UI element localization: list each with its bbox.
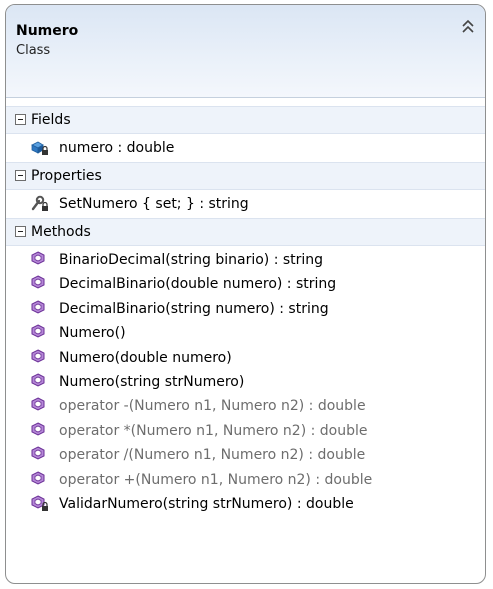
method-row[interactable]: DecimalBinario(double numero) : string	[6, 272, 485, 296]
class-members: Fields numero : double Properties SetNum…	[6, 97, 485, 583]
collapse-toggle-icon[interactable]	[15, 114, 26, 125]
collapse-toggle-icon[interactable]	[15, 226, 26, 237]
class-diagram-card: Numero Class Fields numero: double Prop…	[5, 4, 486, 584]
collapse-toggle-icon[interactable]	[15, 170, 26, 181]
method-row[interactable]: BinarioDecimal(string binario) : string	[6, 248, 485, 272]
method-text: Numero(double numero)	[59, 349, 232, 366]
section-label: Methods	[31, 224, 91, 240]
method-icon	[30, 349, 50, 367]
method-row[interactable]: DecimalBinario(string numero) : string	[6, 297, 485, 321]
private-property-icon	[30, 195, 50, 213]
property-row[interactable]: SetNumero { set; } : string	[6, 192, 485, 216]
method-icon	[30, 324, 50, 342]
section-label: Properties	[31, 168, 102, 184]
method-row[interactable]: operator -(Numero n1, Numero n2) : doubl…	[6, 394, 485, 418]
class-name: Numero	[16, 23, 79, 39]
method-text: DecimalBinario(string numero) : string	[59, 300, 329, 317]
method-text: operator -(Numero n1, Numero n2) : doubl…	[59, 398, 366, 415]
method-text: ValidarNumero(string strNumero) : double	[59, 496, 354, 512]
method-icon	[30, 471, 50, 489]
method-icon	[30, 373, 50, 391]
method-row[interactable]: operator +(Numero n1, Numero n2) : doubl…	[6, 468, 485, 492]
private-method-icon	[30, 495, 50, 513]
method-row[interactable]: Numero(string strNumero)	[6, 370, 485, 394]
method-text: DecimalBinario(double numero) : string	[59, 276, 337, 293]
field-text: numero : double	[59, 140, 175, 156]
method-icon	[30, 300, 50, 318]
private-field-icon	[30, 139, 50, 157]
method-icon	[30, 275, 50, 293]
section-label: Fields	[31, 112, 71, 128]
property-text: SetNumero { set; } : string	[59, 196, 249, 212]
method-row[interactable]: operator /(Numero n1, Numero n2) : doubl…	[6, 443, 485, 467]
collapse-chevron-icon[interactable]	[461, 19, 475, 35]
method-row[interactable]: Numero()	[6, 321, 485, 345]
method-icon	[30, 251, 50, 269]
section-methods[interactable]: Methods	[6, 218, 485, 246]
class-kind: Class	[16, 43, 51, 58]
method-row[interactable]: Numero(double numero)	[6, 346, 485, 370]
method-text: operator /(Numero n1, Numero n2) : doubl…	[59, 447, 366, 464]
method-icon	[30, 422, 50, 440]
method-row[interactable]: ValidarNumero(string strNumero) : double	[6, 492, 485, 516]
method-icon	[30, 446, 50, 464]
method-text: BinarioDecimal(string binario) : string	[59, 252, 324, 268]
method-icon	[30, 397, 50, 415]
section-fields[interactable]: Fields	[6, 106, 485, 134]
method-text: Numero(string strNumero)	[59, 374, 245, 390]
method-text: Numero()	[59, 325, 126, 342]
method-text: operator *(Numero n1, Numero n2) : doubl…	[59, 422, 368, 439]
method-row[interactable]: operator *(Numero n1, Numero n2) : doubl…	[6, 419, 485, 443]
method-text: operator +(Numero n1, Numero n2) : doubl…	[59, 471, 373, 488]
section-properties[interactable]: Properties	[6, 162, 485, 190]
class-header: Numero Class	[6, 5, 485, 97]
field-row[interactable]: numero : double	[6, 136, 485, 160]
